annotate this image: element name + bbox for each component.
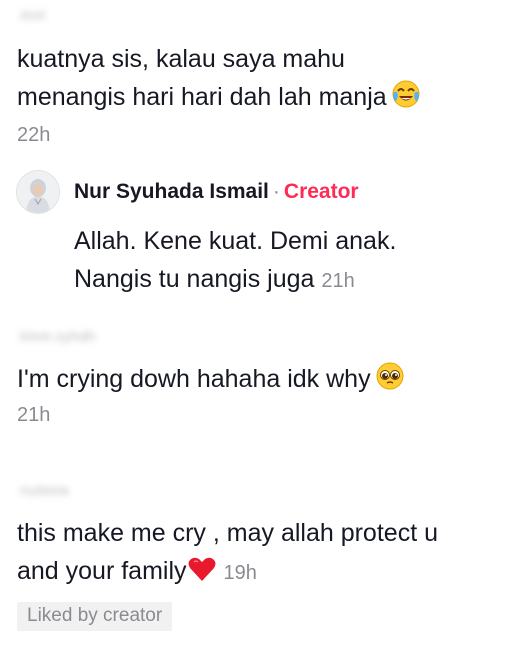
comment-text-fragment: menangis hari hari dah lah manja [17, 83, 387, 111]
red-heart-emoji [187, 555, 217, 594]
comment-text-fragment: I'm crying dowh hahaha idk why [17, 365, 371, 393]
reply-text-line: Nangis tu nangis juga 21h [74, 260, 396, 300]
reply-text: Allah. Kene kuat. Demi anak. Nangis tu n… [74, 222, 396, 300]
reply-header: Nur Syuhada Ismail · Creator [74, 180, 359, 204]
comment-text-fragment: and your family [17, 557, 187, 585]
comment-username[interactable]: nuttiela [20, 482, 69, 498]
separator-dot: · [272, 180, 280, 203]
comment-timestamp: 22h [17, 124, 51, 146]
comment-text-line: and your family 19h [17, 552, 438, 594]
comment-text-line: this make me cry , may allah protect u [17, 519, 438, 547]
comment-text-line: menangis hari hari dah lah manja [17, 78, 421, 120]
comment-timestamp: 21h [17, 404, 51, 426]
comment-text: kuatnya sis, kalau saya mahu menangis ha… [17, 40, 421, 120]
comment-text-line: kuatnya sis, kalau saya mahu [17, 45, 345, 73]
pleading-face-emoji [375, 361, 405, 402]
comment-username[interactable]: limm.syhdh [20, 328, 96, 344]
tears-of-joy-emoji [391, 79, 421, 120]
reply-author[interactable]: Nur Syuhada Ismail [74, 180, 269, 203]
comment-timestamp: 19h [223, 562, 257, 584]
comment-text: this make me cry , may allah protect u a… [17, 514, 438, 594]
avatar[interactable] [16, 170, 60, 214]
comment-username[interactable]: Ainl [20, 7, 45, 23]
liked-by-creator-badge: Liked by creator [17, 602, 173, 631]
avatar-image [17, 171, 59, 213]
comment-text-line: I'm crying dowh hahaha idk why [17, 360, 405, 402]
creator-label: Creator [283, 180, 359, 203]
comment-text: I'm crying dowh hahaha idk why [17, 360, 405, 402]
reply-text-fragment: Nangis tu nangis juga [74, 265, 315, 293]
reply-text-line: Allah. Kene kuat. Demi anak. [74, 227, 397, 255]
reply-timestamp: 21h [321, 270, 355, 292]
